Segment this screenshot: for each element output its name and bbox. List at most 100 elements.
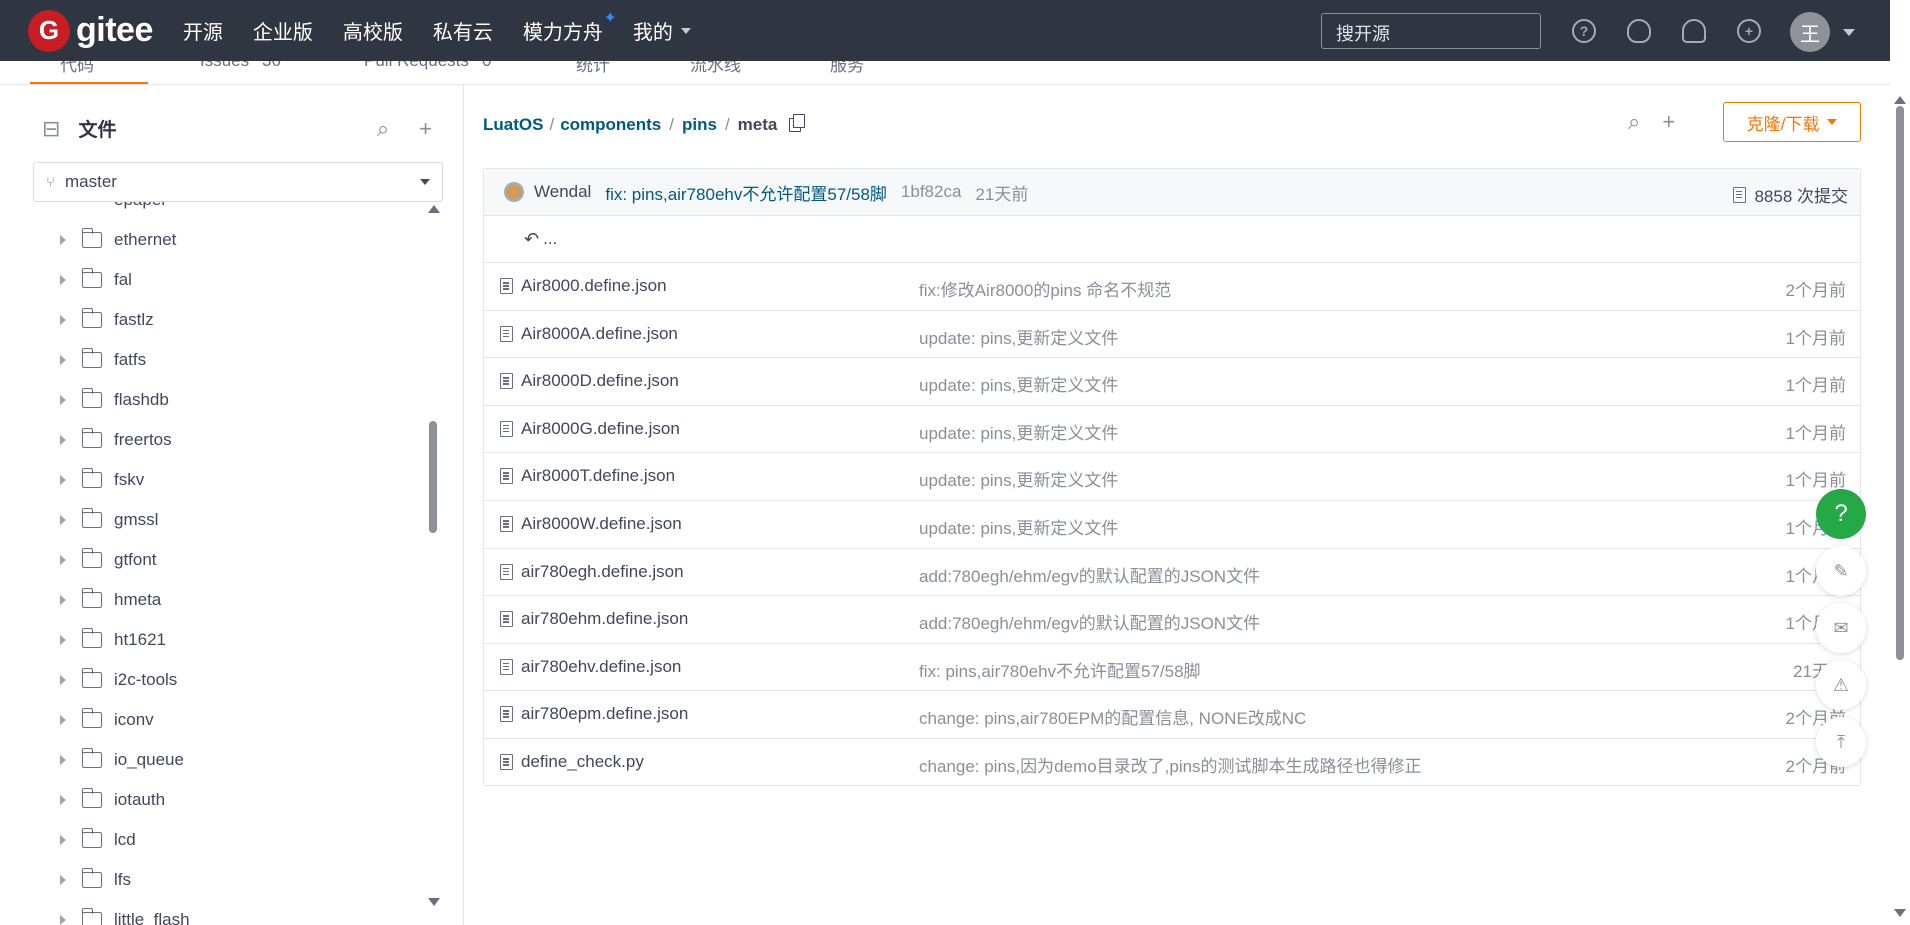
expand-arrow-icon[interactable] <box>60 915 66 925</box>
plus-circle-icon[interactable]: + <box>1737 19 1761 43</box>
sidebar-scrollbar[interactable] <box>428 203 440 923</box>
file-name[interactable]: air780egh.define.json <box>521 562 684 582</box>
report-warning-icon[interactable]: ⚠ <box>1816 660 1866 710</box>
file-row[interactable]: Air8000D.define.json update: pins,更新定义文件 1… <box>484 358 1860 406</box>
tree-item[interactable]: freertos <box>60 420 172 460</box>
tree-item[interactable]: little_flash <box>60 900 190 925</box>
avatar-chevron-down-icon[interactable] <box>1843 29 1855 36</box>
commit-message[interactable]: fix: pins,air780ehv不允许配置57/58脚 <box>605 180 887 205</box>
tree-item[interactable]: ht1621 <box>60 620 166 660</box>
expand-arrow-icon[interactable] <box>60 395 66 405</box>
tree-item[interactable]: hmeta <box>60 580 161 620</box>
file-row[interactable]: air780ehv.define.json fix: pins,air780ehv… <box>484 644 1860 692</box>
breadcrumb-components[interactable]: components <box>560 115 661 135</box>
tab-issues[interactable]: Issues <box>200 61 249 71</box>
commit-hash[interactable]: 1bf82ca <box>901 182 962 202</box>
expand-arrow-icon[interactable] <box>60 875 66 885</box>
file-row[interactable]: Air8000.define.json fix:修改Air8000的pins 命名… <box>484 263 1860 311</box>
tree-item[interactable]: fal <box>60 260 132 300</box>
tree-item[interactable]: lfs <box>60 860 131 900</box>
file-row[interactable]: Air8000W.define.json update: pins,更新定义文件 1… <box>484 501 1860 549</box>
file-name[interactable]: air780ehm.define.json <box>521 609 688 629</box>
scroll-up-arrow-icon[interactable] <box>428 205 440 213</box>
expand-arrow-icon[interactable] <box>60 675 66 685</box>
back-to-top-icon[interactable]: ⤒ <box>1816 717 1866 767</box>
page-scrollbar[interactable] <box>1890 0 1910 925</box>
file-commit-message[interactable]: update: pins,更新定义文件 <box>919 514 1118 539</box>
expand-arrow-icon[interactable] <box>60 515 66 525</box>
tree-item[interactable]: iotauth <box>60 780 165 820</box>
nav-private-cloud[interactable]: 私有云 <box>433 16 493 45</box>
file-commit-message[interactable]: update: pins,更新定义文件 <box>919 371 1118 396</box>
expand-arrow-icon[interactable] <box>60 435 66 445</box>
expand-arrow-icon[interactable] <box>60 835 66 845</box>
tab-pipeline[interactable]: 流水线 <box>690 61 741 76</box>
expand-arrow-icon[interactable] <box>60 715 66 725</box>
lightbulb-icon[interactable] <box>1627 19 1651 43</box>
user-avatar[interactable]: 王 <box>1790 12 1830 52</box>
commit-author-avatar[interactable] <box>504 182 524 202</box>
collapse-sidebar-icon[interactable]: ⊟ <box>42 116 60 142</box>
file-row[interactable]: Air8000G.define.json update: pins,更新定义文件 1… <box>484 406 1860 454</box>
gitee-logo[interactable]: G gitee <box>28 9 153 52</box>
expand-arrow-icon[interactable] <box>60 755 66 765</box>
feedback-icon[interactable]: ✎ <box>1816 546 1866 596</box>
tree-item[interactable]: io_queue <box>60 740 184 780</box>
expand-arrow-icon[interactable] <box>60 355 66 365</box>
file-name[interactable]: Air8000T.define.json <box>521 466 675 486</box>
search-input[interactable]: 搜开源 <box>1321 13 1541 49</box>
tree-item[interactable]: gmssl <box>60 500 158 540</box>
file-commit-message[interactable]: fix: pins,air780ehv不允许配置57/58脚 <box>919 657 1201 682</box>
file-name[interactable]: Air8000D.define.json <box>521 371 679 391</box>
expand-arrow-icon[interactable] <box>60 635 66 645</box>
mail-icon[interactable]: ✉ <box>1816 603 1866 653</box>
tree-item[interactable]: fastlz <box>60 300 154 340</box>
help-float-button[interactable]: ? <box>1816 489 1866 539</box>
expand-arrow-icon[interactable] <box>60 315 66 325</box>
breadcrumb-pins[interactable]: pins <box>682 115 717 135</box>
search-icon[interactable]: ⌕ <box>1628 109 1640 135</box>
scroll-down-arrow-icon[interactable] <box>428 898 440 906</box>
breadcrumb-repo[interactable]: LuatOS <box>483 115 543 135</box>
file-name[interactable]: Air8000W.define.json <box>521 514 682 534</box>
search-icon[interactable]: ⌕ <box>377 116 389 142</box>
nav-open-source[interactable]: 开源 <box>183 16 223 45</box>
file-commit-message[interactable]: update: pins,更新定义文件 <box>919 466 1118 491</box>
commit-author[interactable]: Wendal <box>534 182 591 202</box>
file-commit-message[interactable]: change: pins,因为demo目录改了,pins的测试脚本生成路径也得修… <box>919 752 1422 777</box>
expand-arrow-icon[interactable] <box>60 595 66 605</box>
expand-arrow-icon[interactable] <box>60 275 66 285</box>
tree-item[interactable]: fskv <box>60 460 144 500</box>
tab-services[interactable]: 服务 <box>830 61 864 76</box>
scroll-up-arrow-icon[interactable] <box>1894 96 1906 104</box>
tab-pull-requests[interactable]: Pull Requests <box>364 61 469 71</box>
add-icon[interactable]: + <box>419 116 432 142</box>
tree-item[interactable]: gtfont <box>60 540 157 580</box>
expand-arrow-icon[interactable] <box>60 795 66 805</box>
file-commit-message[interactable]: add:780egh/ehm/egv的默认配置的JSON文件 <box>919 562 1260 587</box>
commit-count-link[interactable]: 8858 次提交 <box>1733 182 1848 207</box>
tree-item[interactable]: ethernet <box>60 220 176 260</box>
file-commit-message[interactable]: add:780egh/ehm/egv的默认配置的JSON文件 <box>919 609 1260 634</box>
scroll-down-arrow-icon[interactable] <box>1894 909 1906 917</box>
bell-icon[interactable] <box>1682 19 1706 43</box>
file-commit-message[interactable]: update: pins,更新定义文件 <box>919 324 1118 349</box>
add-file-icon[interactable]: + <box>1662 109 1675 135</box>
file-row[interactable]: air780egh.define.json add:780egh/ehm/egv的… <box>484 549 1860 597</box>
file-commit-message[interactable]: change: pins,air780EPM的配置信息, NONE改成NC <box>919 704 1306 729</box>
file-name[interactable]: Air8000G.define.json <box>521 419 680 439</box>
tree-item[interactable]: fatfs <box>60 340 146 380</box>
file-name[interactable]: Air8000A.define.json <box>521 324 678 344</box>
clone-download-button[interactable]: 克隆/下载 <box>1723 102 1861 142</box>
file-row[interactable]: Air8000A.define.json update: pins,更新定义文件 1… <box>484 311 1860 359</box>
tab-stats[interactable]: 统计 <box>576 61 610 76</box>
nav-moli-fangzhou[interactable]: 模力方舟 ✦ <box>523 10 617 45</box>
tree-item[interactable]: i2c-tools <box>60 660 177 700</box>
file-row[interactable]: air780epm.define.json change: pins,air780… <box>484 691 1860 739</box>
help-icon[interactable]: ? <box>1572 19 1596 43</box>
tree-item[interactable]: iconv <box>60 700 154 740</box>
file-row[interactable]: define_check.py change: pins,因为demo目录改了,p… <box>484 739 1860 787</box>
parent-directory-row[interactable]: ↶ ... <box>484 216 1860 263</box>
tree-item[interactable]: lcd <box>60 820 136 860</box>
file-row[interactable]: Air8000T.define.json update: pins,更新定义文件 1… <box>484 453 1860 501</box>
